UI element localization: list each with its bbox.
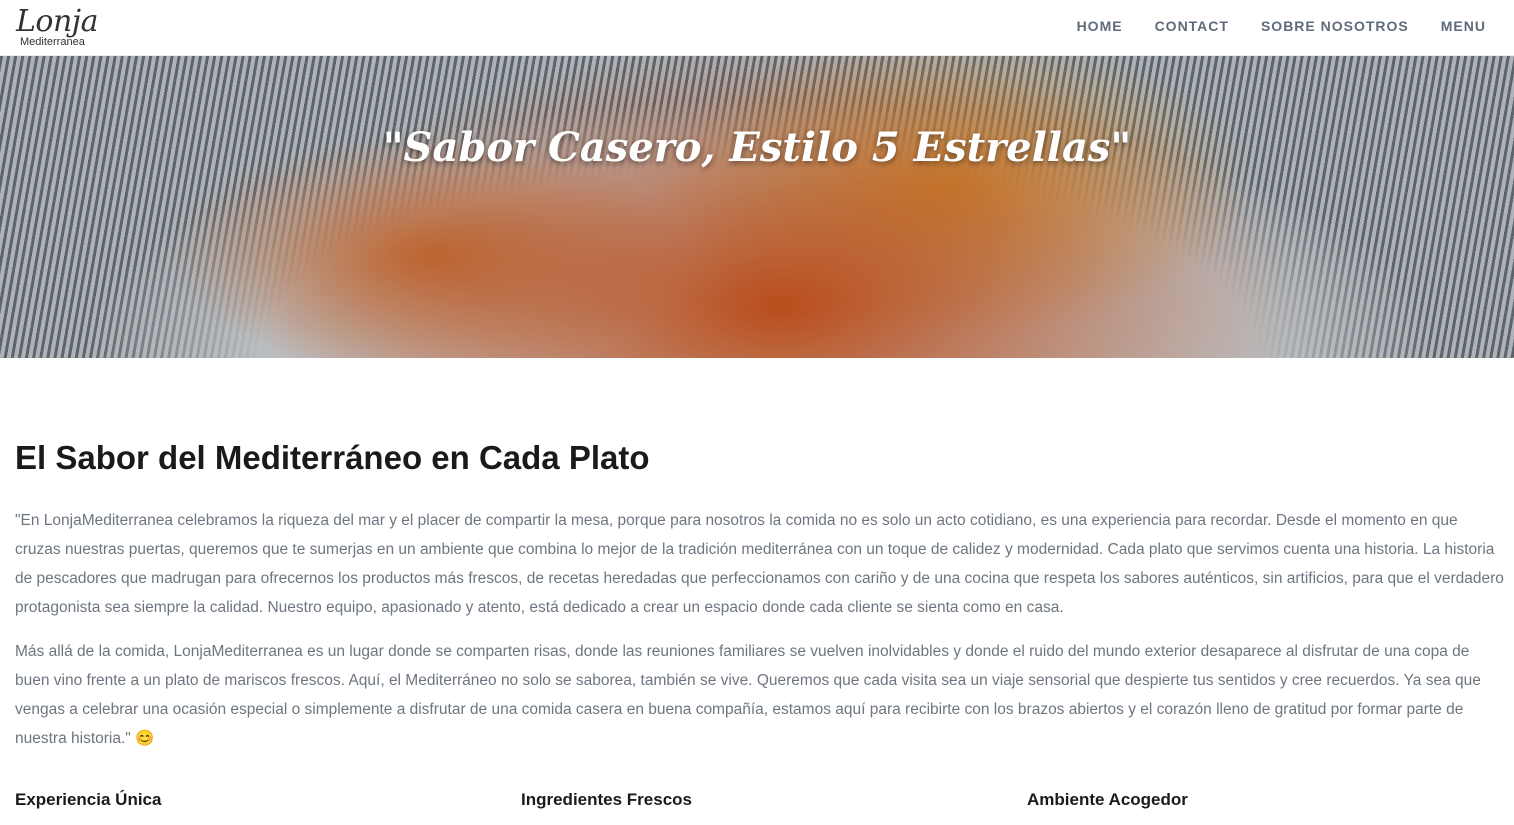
feature-ambiente-acogedor: Ambiente Acogedor (1027, 790, 1188, 809)
site-logo[interactable]: Lonja Mediterranea (16, 4, 116, 52)
logo-script-text: Lonja (16, 4, 99, 39)
feature-ingredientes-frescos: Ingredientes Frescos (521, 790, 693, 809)
site-header: Lonja Mediterranea HOME CONTACT SOBRE NO… (0, 0, 1514, 56)
hero-title: "Sabor Casero, Estilo 5 Estrellas" (382, 124, 1132, 171)
nav-contact[interactable]: CONTACT (1155, 18, 1229, 34)
nav-menu[interactable]: MENU (1441, 18, 1486, 34)
features-row: Experiencia Única Ingredientes Frescos A… (15, 790, 1505, 820)
nav-home[interactable]: HOME (1077, 18, 1123, 34)
logo-subtitle: Mediterranea (20, 36, 85, 48)
hero-image (0, 56, 1514, 358)
section-title: El Sabor del Mediterráneo en Cada Plato (15, 439, 650, 476)
hero-banner: "Sabor Casero, Estilo 5 Estrellas" (0, 56, 1514, 358)
nav-sobre-nosotros[interactable]: SOBRE NOSOTROS (1261, 18, 1409, 34)
feature-experiencia-unica: Experiencia Única (15, 790, 162, 809)
intro-paragraph-2: Más allá de la comida, LonjaMediterranea… (15, 643, 1481, 747)
main-nav: HOME CONTACT SOBRE NOSOTROS MENU (1077, 0, 1486, 52)
intro-paragraph-1: "En LonjaMediterranea celebramos la riqu… (15, 512, 1504, 616)
